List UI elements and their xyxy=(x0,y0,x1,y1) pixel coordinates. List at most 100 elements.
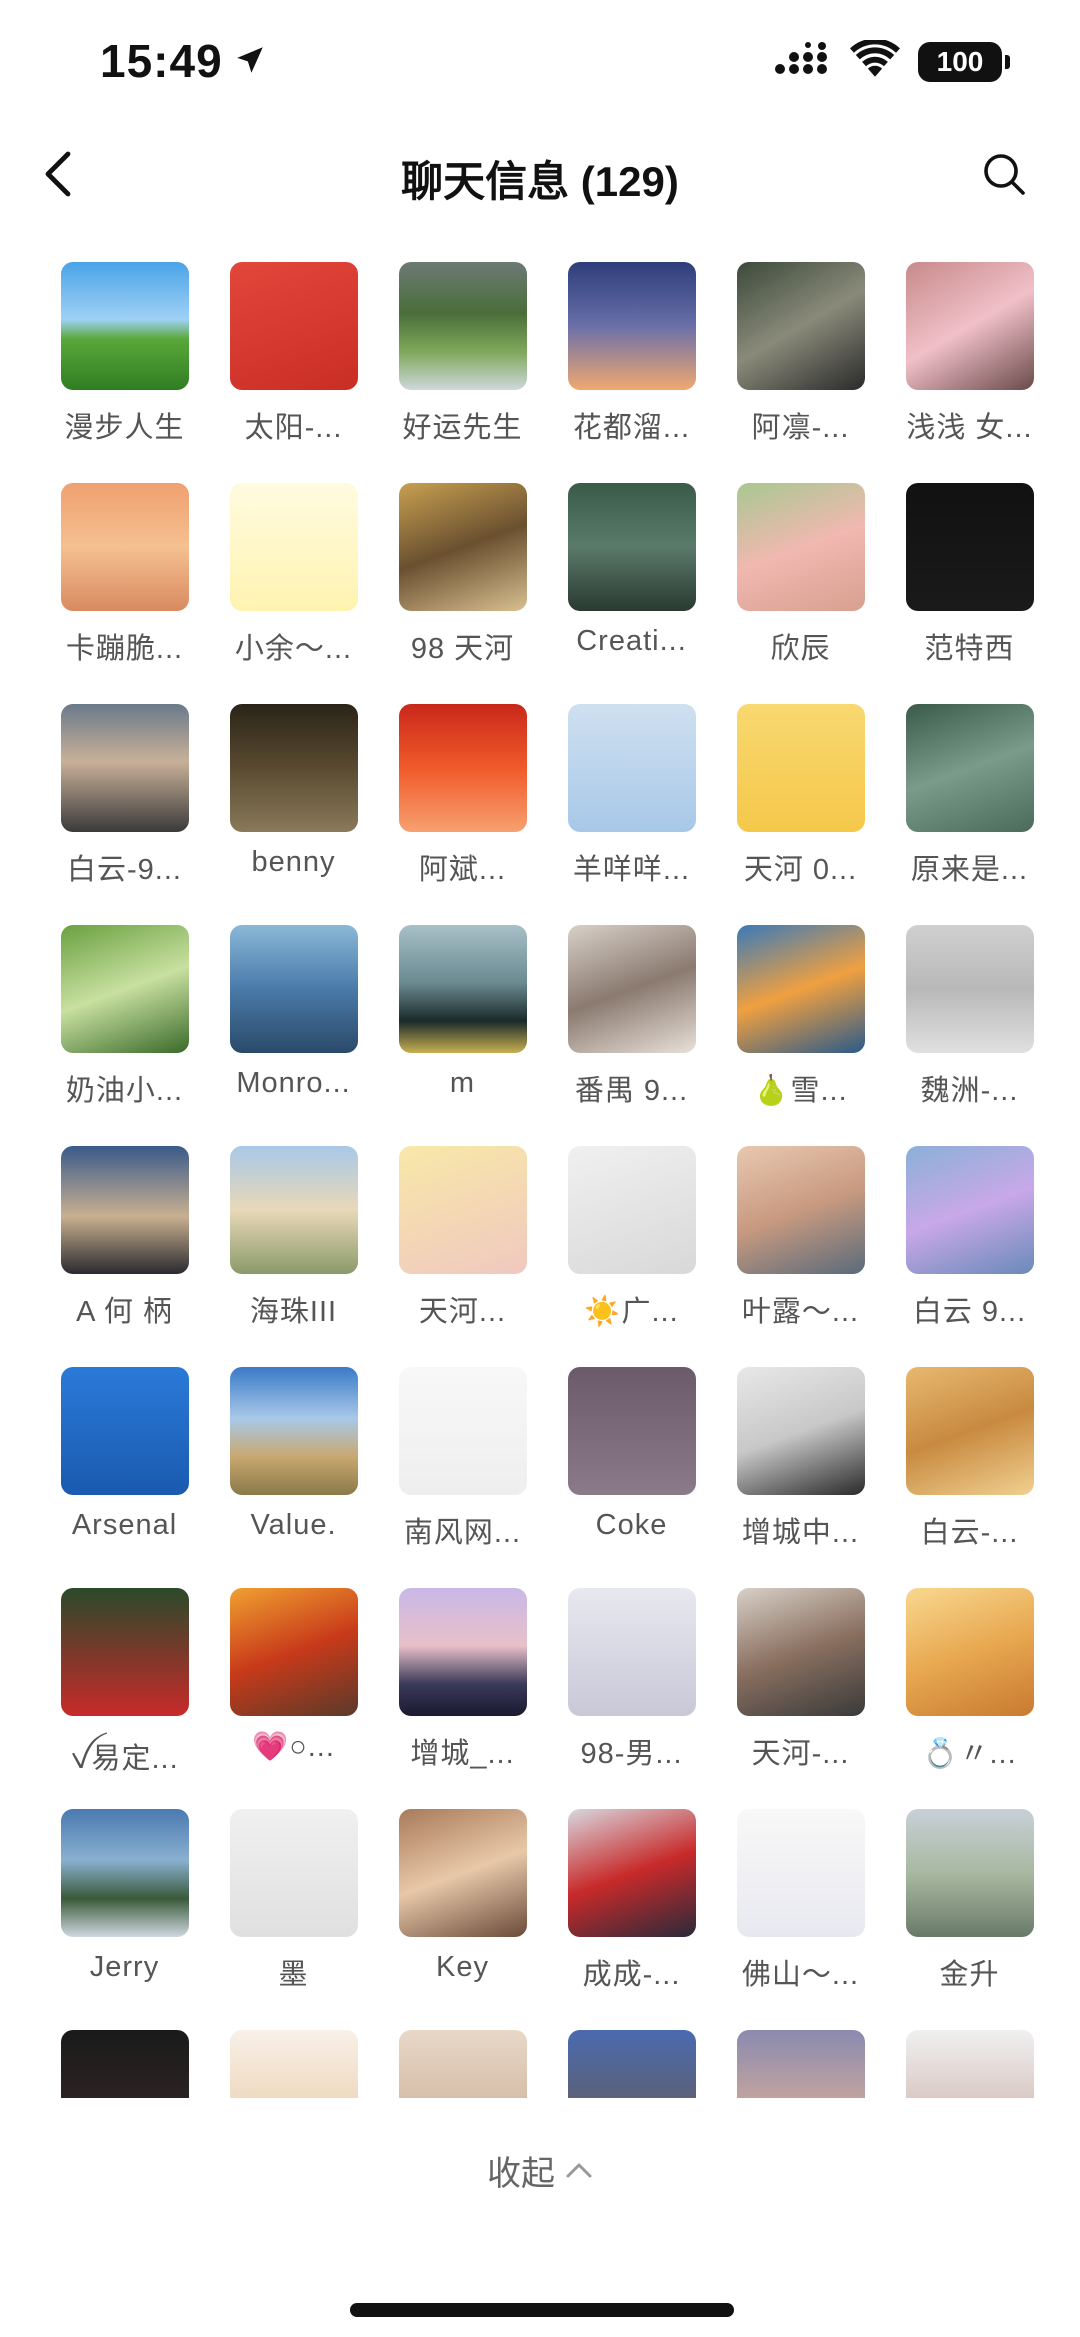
member-item[interactable]: 💗○... xyxy=(209,1588,378,1809)
member-item[interactable]: 阿凛-... xyxy=(716,262,885,483)
member-item[interactable]: 魏洲-... xyxy=(885,925,1040,1146)
member-item[interactable]: 墨 xyxy=(209,1809,378,2030)
member-item[interactable]: 98-男... xyxy=(547,1588,716,1809)
member-item[interactable]: ☀️广... xyxy=(547,1146,716,1367)
avatar[interactable] xyxy=(398,262,527,390)
member-item[interactable]: 叶露～... xyxy=(716,1146,885,1367)
avatar[interactable] xyxy=(736,2030,865,2098)
avatar[interactable] xyxy=(905,483,1034,611)
avatar[interactable] xyxy=(60,1146,189,1274)
member-item[interactable] xyxy=(40,2030,209,2098)
member-item[interactable]: Coke xyxy=(547,1367,716,1588)
avatar[interactable] xyxy=(567,1588,696,1716)
avatar[interactable] xyxy=(229,925,358,1053)
member-item[interactable]: 欣辰 xyxy=(716,483,885,704)
member-item[interactable]: Creati... xyxy=(547,483,716,704)
member-item[interactable]: 成成-... xyxy=(547,1809,716,2030)
avatar[interactable] xyxy=(229,1809,358,1937)
avatar[interactable] xyxy=(567,1146,696,1274)
avatar[interactable] xyxy=(905,2030,1034,2098)
member-item[interactable]: 原来是... xyxy=(885,704,1040,925)
member-item[interactable]: benny xyxy=(209,704,378,925)
avatar[interactable] xyxy=(229,2030,358,2098)
member-item[interactable]: 小余～... xyxy=(209,483,378,704)
avatar[interactable] xyxy=(567,2030,696,2098)
avatar[interactable] xyxy=(567,1809,696,1937)
avatar[interactable] xyxy=(398,2030,527,2098)
avatar[interactable] xyxy=(60,1809,189,1937)
collapse-button[interactable]: 收起 xyxy=(0,2140,1080,2200)
avatar[interactable] xyxy=(736,704,865,832)
member-item[interactable]: Value. xyxy=(209,1367,378,1588)
member-item[interactable] xyxy=(378,2030,547,2098)
member-item[interactable]: Key xyxy=(378,1809,547,2030)
avatar[interactable] xyxy=(398,1809,527,1937)
member-item[interactable]: A 何 柄 xyxy=(40,1146,209,1367)
avatar[interactable] xyxy=(60,262,189,390)
avatar[interactable] xyxy=(905,1588,1034,1716)
member-item[interactable] xyxy=(209,2030,378,2098)
member-item[interactable]: Arsenal xyxy=(40,1367,209,1588)
avatar[interactable] xyxy=(567,925,696,1053)
avatar[interactable] xyxy=(60,483,189,611)
avatar[interactable] xyxy=(60,704,189,832)
member-item[interactable]: 增城_... xyxy=(378,1588,547,1809)
avatar[interactable] xyxy=(60,1367,189,1495)
member-item[interactable]: 天河-... xyxy=(716,1588,885,1809)
member-item[interactable]: 增城中... xyxy=(716,1367,885,1588)
member-item[interactable]: 浅浅 女... xyxy=(885,262,1040,483)
avatar[interactable] xyxy=(567,483,696,611)
avatar[interactable] xyxy=(229,1588,358,1716)
avatar[interactable] xyxy=(736,1588,865,1716)
avatar[interactable] xyxy=(736,1367,865,1495)
member-item[interactable]: 海珠III xyxy=(209,1146,378,1367)
avatar[interactable] xyxy=(736,262,865,390)
member-item[interactable]: 羊咩咩... xyxy=(547,704,716,925)
avatar[interactable] xyxy=(229,1146,358,1274)
avatar[interactable] xyxy=(229,1367,358,1495)
member-item[interactable]: 南风网... xyxy=(378,1367,547,1588)
member-item[interactable] xyxy=(547,2030,716,2098)
avatar[interactable] xyxy=(398,483,527,611)
member-item[interactable]: ꪜ易定... xyxy=(40,1588,209,1809)
avatar[interactable] xyxy=(736,1809,865,1937)
member-item[interactable]: Jerry xyxy=(40,1809,209,2030)
avatar[interactable] xyxy=(398,1588,527,1716)
member-item[interactable]: 天河... xyxy=(378,1146,547,1367)
avatar[interactable] xyxy=(60,2030,189,2098)
avatar[interactable] xyxy=(905,1146,1034,1274)
member-item[interactable] xyxy=(716,2030,885,2098)
member-item[interactable]: 漫步人生 xyxy=(40,262,209,483)
member-item[interactable]: 白云-9... xyxy=(40,704,209,925)
member-item[interactable]: 🍐雪... xyxy=(716,925,885,1146)
avatar[interactable] xyxy=(229,262,358,390)
avatar[interactable] xyxy=(567,704,696,832)
member-item[interactable]: 范特西 xyxy=(885,483,1040,704)
avatar[interactable] xyxy=(905,704,1034,832)
member-item[interactable]: 白云 9... xyxy=(885,1146,1040,1367)
avatar[interactable] xyxy=(60,925,189,1053)
member-item[interactable]: 花都溜... xyxy=(547,262,716,483)
member-item[interactable]: 番禺 9... xyxy=(547,925,716,1146)
member-item[interactable]: m xyxy=(378,925,547,1146)
member-item[interactable] xyxy=(885,2030,1040,2098)
avatar[interactable] xyxy=(736,1146,865,1274)
avatar[interactable] xyxy=(398,1367,527,1495)
avatar[interactable] xyxy=(905,1367,1034,1495)
avatar[interactable] xyxy=(905,1809,1034,1937)
avatar[interactable] xyxy=(736,925,865,1053)
avatar[interactable] xyxy=(229,704,358,832)
avatar[interactable] xyxy=(567,262,696,390)
member-item[interactable]: 佛山～... xyxy=(716,1809,885,2030)
member-item[interactable]: Monro... xyxy=(209,925,378,1146)
avatar[interactable] xyxy=(398,1146,527,1274)
member-item[interactable]: 好运先生 xyxy=(378,262,547,483)
avatar[interactable] xyxy=(229,483,358,611)
avatar[interactable] xyxy=(905,262,1034,390)
member-item[interactable]: 阿斌... xyxy=(378,704,547,925)
member-item[interactable]: 金升 xyxy=(885,1809,1040,2030)
member-item[interactable]: 卡蹦脆... xyxy=(40,483,209,704)
member-item[interactable]: 98 天河 xyxy=(378,483,547,704)
avatar[interactable] xyxy=(60,1588,189,1716)
avatar[interactable] xyxy=(736,483,865,611)
